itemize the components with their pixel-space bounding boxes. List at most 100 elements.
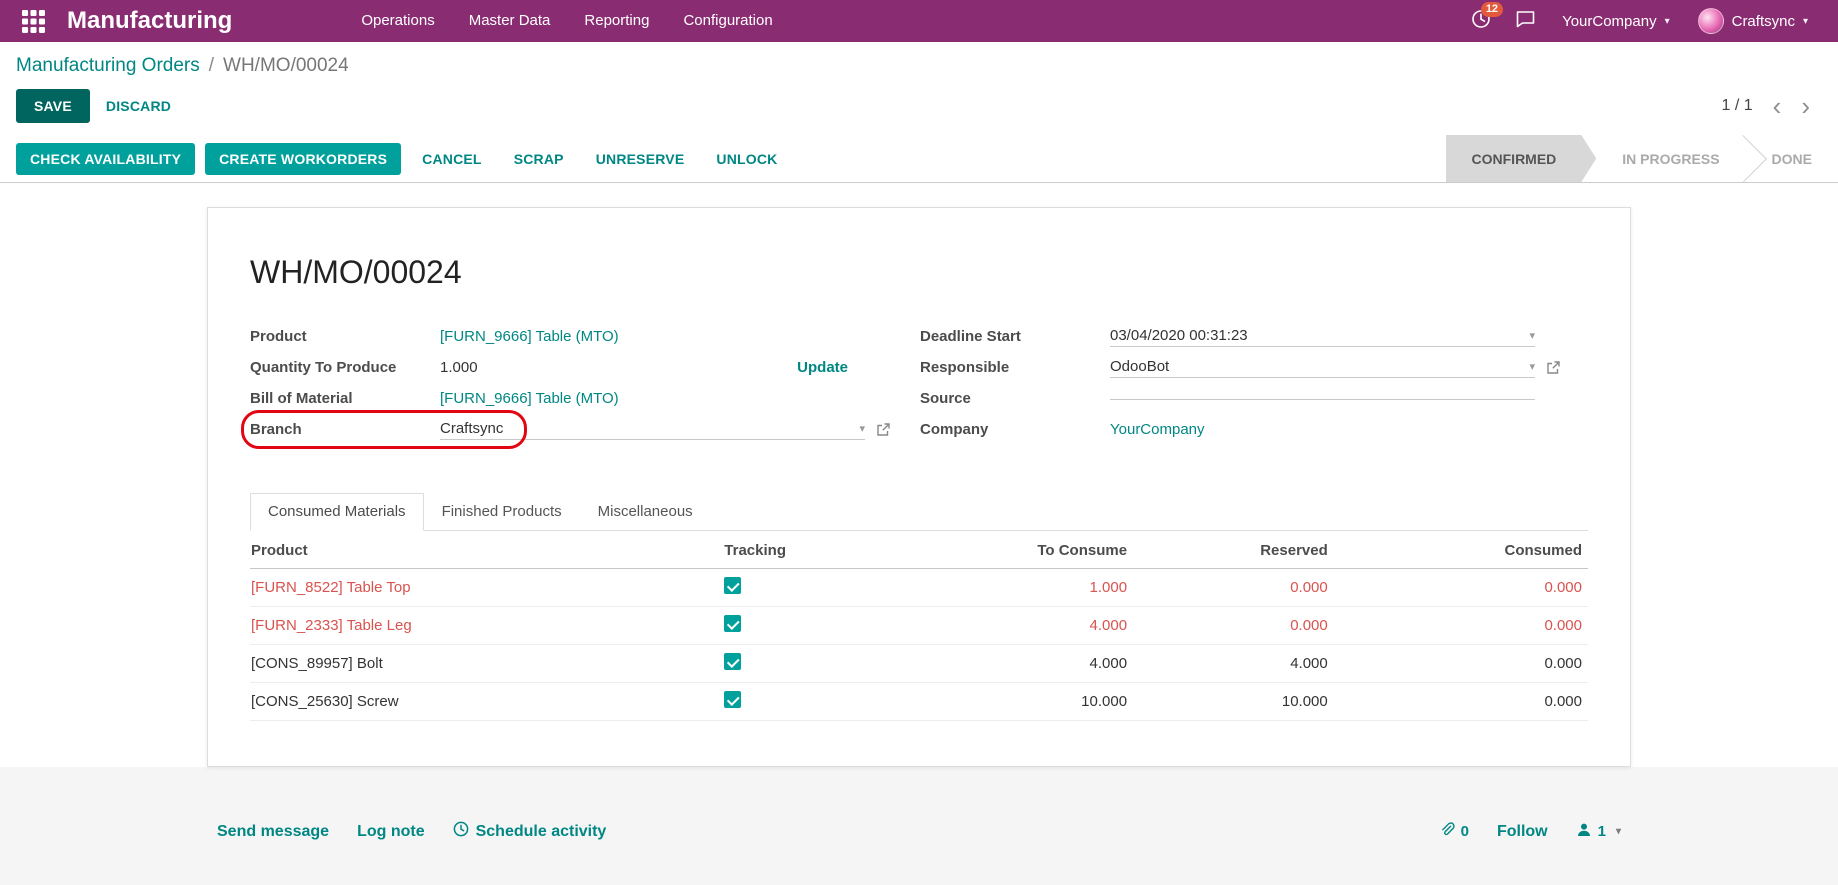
company-switcher[interactable]: YourCompany ▾ (1548, 0, 1684, 42)
status-in-progress[interactable]: IN PROGRESS (1596, 135, 1745, 182)
dropdown-caret-icon[interactable]: ▾ (1529, 360, 1535, 373)
line-tracking (718, 569, 879, 607)
line-to-consume[interactable]: 4.000 (879, 607, 1133, 645)
field-quantity-value[interactable]: 1.000 (440, 359, 478, 376)
cancel-button[interactable]: CANCEL (411, 143, 493, 175)
field-source-label: Source (920, 390, 1110, 407)
line-consumed[interactable]: 0.000 (1334, 645, 1588, 683)
app-title[interactable]: Manufacturing (67, 7, 232, 35)
status-confirmed[interactable]: CONFIRMED (1446, 135, 1597, 182)
field-quantity-label: Quantity To Produce (250, 359, 440, 376)
table-row[interactable]: [CONS_25630] Screw 10.000 10.000 0.000 (250, 683, 1588, 721)
create-workorders-button[interactable]: CREATE WORKORDERS (205, 143, 401, 175)
menu-configuration[interactable]: Configuration (666, 0, 789, 42)
tab-finished-products[interactable]: Finished Products (424, 493, 580, 530)
line-reserved[interactable]: 10.000 (1133, 683, 1334, 721)
apps-grid-icon[interactable] (16, 10, 51, 33)
chevron-down-icon[interactable]: ▾ (1616, 826, 1621, 837)
header-consumed[interactable]: Consumed (1334, 531, 1588, 569)
field-deadline-start: Deadline Start 03/04/2020 00:31:23 ▾ (920, 321, 1588, 352)
field-deadline-value: 03/04/2020 00:31:23 (1110, 327, 1248, 344)
line-to-consume[interactable]: 4.000 (879, 645, 1133, 683)
menu-master-data[interactable]: Master Data (452, 0, 568, 42)
line-reserved[interactable]: 4.000 (1133, 645, 1334, 683)
external-link-icon[interactable] (1546, 361, 1560, 375)
line-consumed[interactable]: 0.000 (1334, 683, 1588, 721)
scrap-button[interactable]: SCRAP (503, 143, 575, 175)
branch-input[interactable]: Craftsync ▾ (440, 420, 865, 440)
discard-button[interactable]: DISCARD (106, 98, 171, 114)
log-note-button[interactable]: Log note (357, 823, 425, 841)
line-reserved[interactable]: 0.000 (1133, 569, 1334, 607)
breadcrumb-parent[interactable]: Manufacturing Orders (16, 55, 200, 76)
line-product[interactable]: [CONS_25630] Screw (250, 683, 718, 721)
statusbar-buttons: CHECK AVAILABILITY CREATE WORKORDERS CAN… (16, 135, 788, 182)
field-grid: Product [FURN_9666] Table (MTO) Quantity… (250, 321, 1588, 445)
header-tracking[interactable]: Tracking (718, 531, 879, 569)
paperclip-icon (1439, 822, 1455, 842)
breadcrumb-current: WH/MO/00024 (223, 55, 349, 76)
status-pipeline: CONFIRMED IN PROGRESS DONE (1446, 135, 1838, 182)
consumed-materials-table: Product Tracking To Consume Reserved Con… (250, 531, 1588, 721)
top-navbar: Manufacturing Operations Master Data Rep… (0, 0, 1838, 42)
tab-consumed-materials[interactable]: Consumed Materials (250, 493, 424, 531)
follow-button[interactable]: Follow (1497, 823, 1548, 841)
deadline-input[interactable]: 03/04/2020 00:31:23 ▾ (1110, 327, 1535, 347)
responsible-input[interactable]: OdooBot ▾ (1110, 358, 1535, 378)
header-reserved[interactable]: Reserved (1133, 531, 1334, 569)
field-company-value[interactable]: YourCompany (1110, 421, 1205, 438)
line-consumed[interactable]: 0.000 (1334, 607, 1588, 645)
menu-operations[interactable]: Operations (344, 0, 451, 42)
pager-next-icon[interactable]: › (1801, 96, 1810, 116)
table-row[interactable]: [FURN_8522] Table Top 1.000 0.000 0.000 (250, 569, 1588, 607)
field-responsible-value: OdooBot (1110, 358, 1169, 375)
field-quantity: Quantity To Produce 1.000 Update (250, 352, 920, 383)
statusbar-row: CHECK AVAILABILITY CREATE WORKORDERS CAN… (0, 135, 1838, 183)
update-quantity-button[interactable]: Update (797, 359, 848, 376)
line-reserved[interactable]: 0.000 (1133, 607, 1334, 645)
tab-bar: Consumed Materials Finished Products Mis… (250, 493, 1588, 531)
table-header-row: Product Tracking To Consume Reserved Con… (250, 531, 1588, 569)
header-product[interactable]: Product (250, 531, 718, 569)
checkbox-checked-icon[interactable] (724, 653, 741, 670)
checkbox-checked-icon[interactable] (724, 691, 741, 708)
table-row[interactable]: [FURN_2333] Table Leg 4.000 0.000 0.000 (250, 607, 1588, 645)
send-message-button[interactable]: Send message (217, 823, 329, 841)
activities-menu[interactable]: 12 (1459, 0, 1503, 42)
line-consumed[interactable]: 0.000 (1334, 569, 1588, 607)
field-bom-value[interactable]: [FURN_9666] Table (MTO) (440, 390, 619, 407)
followers-button[interactable]: 1 ▾ (1576, 822, 1621, 842)
menu-reporting[interactable]: Reporting (567, 0, 666, 42)
line-to-consume[interactable]: 1.000 (879, 569, 1133, 607)
checkbox-checked-icon[interactable] (724, 615, 741, 632)
table-row[interactable]: [CONS_89957] Bolt 4.000 4.000 0.000 (250, 645, 1588, 683)
chat-bubble-icon (1515, 9, 1536, 34)
header-to-consume[interactable]: To Consume (879, 531, 1133, 569)
checkbox-checked-icon[interactable] (724, 577, 741, 594)
breadcrumb-separator: / (209, 55, 214, 76)
field-responsible: Responsible OdooBot ▾ (920, 352, 1588, 383)
dropdown-caret-icon[interactable]: ▾ (859, 422, 865, 435)
unlock-button[interactable]: UNLOCK (705, 143, 788, 175)
field-product-value[interactable]: [FURN_9666] Table (MTO) (440, 328, 619, 345)
company-switcher-label: YourCompany (1562, 13, 1657, 30)
unreserve-button[interactable]: UNRESERVE (585, 143, 696, 175)
activity-count-badge: 12 (1481, 2, 1503, 17)
line-product[interactable]: [FURN_2333] Table Leg (250, 607, 718, 645)
dropdown-caret-icon[interactable]: ▾ (1529, 329, 1535, 342)
line-product[interactable]: [FURN_8522] Table Top (250, 569, 718, 607)
tab-miscellaneous[interactable]: Miscellaneous (580, 493, 711, 530)
source-input[interactable] (1110, 397, 1535, 400)
external-link-icon[interactable] (876, 423, 890, 437)
line-product[interactable]: [CONS_89957] Bolt (250, 645, 718, 683)
schedule-activity-button[interactable]: Schedule activity (453, 821, 607, 842)
line-to-consume[interactable]: 10.000 (879, 683, 1133, 721)
attachments-button[interactable]: 0 (1439, 822, 1469, 842)
check-availability-button[interactable]: CHECK AVAILABILITY (16, 143, 195, 175)
messages-menu[interactable] (1503, 0, 1548, 42)
field-deadline-label: Deadline Start (920, 328, 1110, 345)
pager-previous-icon[interactable]: ‹ (1773, 96, 1782, 116)
user-menu[interactable]: Craftsync ▾ (1684, 0, 1822, 42)
save-button[interactable]: SAVE (16, 89, 90, 123)
field-responsible-label: Responsible (920, 359, 1110, 376)
